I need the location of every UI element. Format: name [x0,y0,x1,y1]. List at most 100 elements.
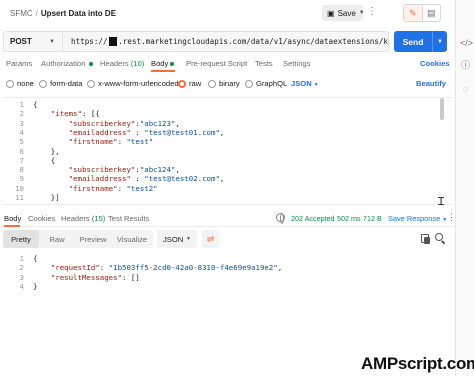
radio-circle [245,79,253,88]
response-format-select[interactable]: JSON ▼ [157,230,197,248]
tab-response-body[interactable]: Body [4,214,21,223]
code-line: 4} [3,282,452,292]
code-token: : [{ [81,109,100,119]
code-text: }] [33,193,60,203]
radio-none-label: none [17,79,34,88]
code-token: { [33,155,56,165]
tab-authorization[interactable]: Authorization [41,59,94,68]
tab-pre-request-script[interactable]: Pre-request Script [186,59,247,68]
response-headers-count: (15) [91,214,106,223]
radio-circle [87,79,95,88]
code-token: : [130,127,145,137]
text-cursor-icon: Ɪ [438,196,445,208]
info-icon[interactable]: ⓘ [460,60,471,71]
beautify-link[interactable]: Beautify [416,79,446,88]
code-line: 11 }] [3,193,452,203]
view-raw[interactable]: Raw [39,230,75,248]
wrap-icon[interactable]: ⇌ [202,230,219,248]
code-token: "emailaddress" [68,174,131,184]
chevron-down-icon: ▼ [49,38,55,45]
tab-response-cookies[interactable]: Cookies [28,214,55,223]
headers-count: (10) [130,59,145,68]
save-response-button[interactable]: Save Response ▼ [388,214,447,223]
code-token: } [33,281,38,291]
lightbulb-icon[interactable]: ◌ [460,84,471,95]
code-token: "subscriberkey" [68,118,136,128]
status-dot [170,62,175,66]
tab-headers[interactable]: Headers (10) [100,59,144,68]
request-body-editor[interactable]: 1{2 "items": [{3 "subscriberkey":"abc123… [3,97,452,205]
tab-settings[interactable]: Settings [283,59,310,68]
comment-icon[interactable]: ▤ [423,5,441,21]
view-visualize[interactable]: Visualize [111,230,153,248]
search-icon[interactable] [435,233,443,241]
send-button[interactable]: Send ▼ [394,31,447,52]
save-response-label: Save Response [388,214,441,223]
request-tabs: Params Authorization Headers (10) Body P… [0,57,455,72]
tab-params[interactable]: Params [6,59,32,68]
right-sidebar: </> ⓘ ◌ [455,0,474,376]
status-code[interactable]: 202 Accepted [291,214,335,223]
radio-form-data-label: form-data [50,79,83,88]
body-format-label: JSON [291,79,312,88]
pencil-icon[interactable]: ✎ [404,5,423,21]
code-token: "firstname" [68,183,118,193]
breadcrumb-collection[interactable]: SFMC [10,9,33,18]
response-time[interactable]: 502 ms [337,214,361,223]
radio-circle [39,79,47,88]
radio-circle [208,79,216,88]
response-size[interactable]: 712 B [363,214,382,223]
tab-test-results[interactable]: Test Results [108,214,149,223]
view-preview[interactable]: Preview [75,230,111,248]
chevron-down-icon: ▼ [186,236,191,242]
request-name[interactable]: Upsert Data into DE [41,9,116,18]
radio-urlencoded[interactable]: x-www-form-urlencoded [87,79,179,88]
code-token: : [130,174,145,184]
tab-body[interactable]: Body [151,59,175,68]
radio-none[interactable]: none [6,79,34,88]
tab-response-headers[interactable]: Headers (15) [61,214,105,223]
response-more-button[interactable]: ⋮ [447,212,456,223]
radio-graphql[interactable]: GraphQL [245,79,287,88]
chevron-down-icon[interactable]: ▼ [433,31,447,52]
breadcrumb: SFMC / Upsert Data into DE [10,9,116,18]
radio-raw[interactable]: raw [178,79,201,88]
tab-tests[interactable]: Tests [255,59,273,68]
code-token: "firstname" [68,137,118,147]
copy-icon[interactable] [421,234,431,244]
scrollbar[interactable] [440,98,444,120]
radio-urlencoded-label: x-www-form-urlencoded [98,79,179,88]
line-number: 4 [19,281,24,291]
mode-toggle: ✎ ▤ [403,4,441,22]
url-input[interactable]: https:// .rest.marketingcloudapis.com/dat… [63,32,388,51]
code-token: , [277,263,283,273]
method-select[interactable]: POST ▼ [4,32,63,51]
url-prefix: https:// [71,37,108,46]
radio-form-data[interactable]: form-data [39,79,83,88]
more-options-button[interactable]: ⋮ [366,5,378,21]
url-bar: POST ▼ https:// .rest.marketingcloudapis.… [3,31,389,52]
globe-icon[interactable] [276,213,285,224]
response-body-viewer[interactable]: 1{2 "requestId": "1b503ff5-2cd0-42a0-831… [3,253,452,293]
code-token: "1b503ff5-2cd0-42a0-8310-f4e69e9a19e2" [108,263,278,273]
save-label: Save [337,8,356,18]
url-suffix: .rest.marketingcloudapis.com/data/v1/asy… [118,37,388,46]
body-format-select[interactable]: JSON ▼ [291,79,319,88]
code-token: "test@test02.com" [144,174,220,184]
body-type-selector: none form-data x-www-form-urlencoded raw… [0,76,455,92]
view-pretty[interactable]: Pretty [3,230,39,248]
save-button[interactable]: ▣ Save ▼ [322,5,365,21]
tab-response-headers-label: Headers [61,214,90,223]
radio-binary[interactable]: binary [208,79,240,88]
redacted-subdomain [108,37,118,46]
cookies-link[interactable]: Cookies [420,59,450,68]
code-token: "items" [50,109,82,119]
code-icon[interactable]: </> [460,38,473,49]
line-number: 11 [15,193,24,202]
code-token: , [175,165,180,175]
